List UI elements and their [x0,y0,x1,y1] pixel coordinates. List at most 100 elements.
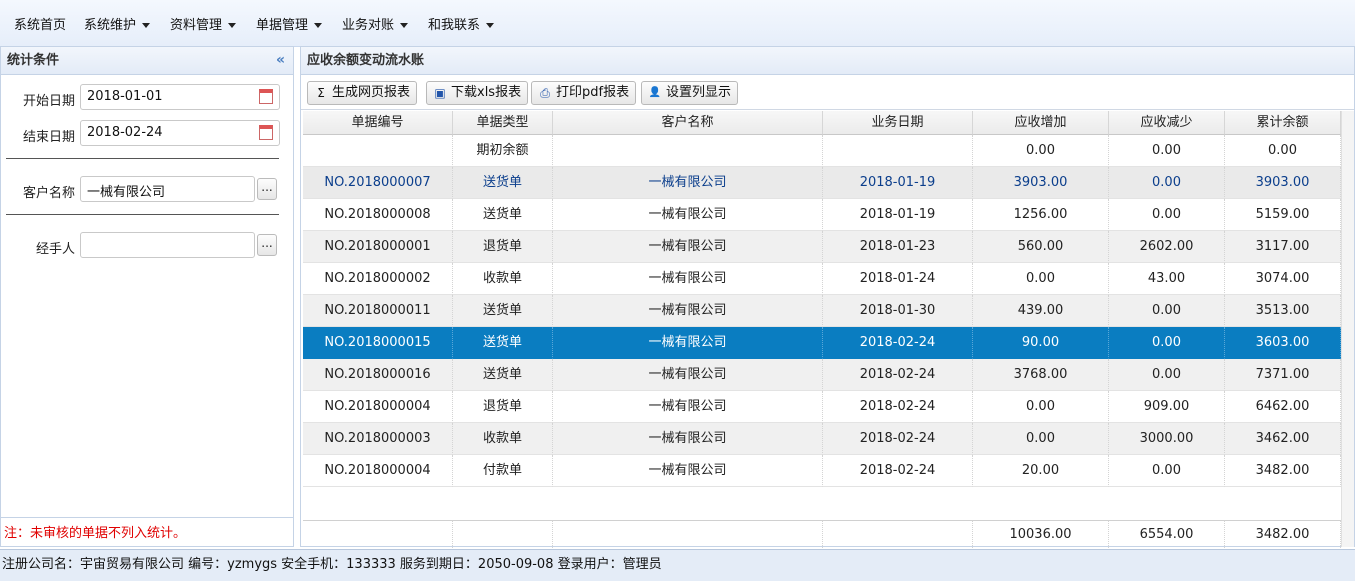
receivable-ledger-panel: 应收余额变动流水账 Σ 生成网页报表 ▣ 下载xls报表 ⎙ 打印pdf报表 👤… [300,46,1355,548]
table-row[interactable]: NO.2018000001 退货单 一械有限公司 2018-01-23 560.00 26… [303,231,1343,263]
column-header-bill-no[interactable]: 单据编号 [303,111,453,135]
footer-cell [553,520,823,548]
end-date-label: 结束日期 [22,130,75,145]
business-date-cell [823,135,973,167]
total-decrease-cell: 6554.00 [1109,520,1225,548]
menu-label: 系统维护 [84,18,137,33]
business-date-cell: 2018-01-30 [823,295,973,327]
caret-down-icon [486,23,495,28]
customer-picker-button[interactable]: ... [257,178,277,200]
bill-type-cell: 收款单 [453,263,553,295]
vertical-scrollbar[interactable] [1341,111,1354,547]
start-date-row: 开始日期 2018-01-01 [1,84,293,112]
end-date-input[interactable]: 2018-02-24 [80,120,280,146]
table-row[interactable]: NO.2018000011 送货单 一械有限公司 2018-01-30 439.00 0.… [303,295,1343,327]
bill-no-cell: NO.2018000007 [303,167,453,199]
bill-type-cell: 送货单 [453,359,553,391]
receivable-decrease-cell: 0.00 [1109,135,1225,167]
collapse-left-icon[interactable]: « [276,47,285,74]
menu-home[interactable]: 系统首页 [14,14,66,33]
footer-cell [823,520,973,548]
table-row[interactable]: NO.2018000007 送货单 一械有限公司 2018-01-19 3903.00 0… [303,167,1343,199]
table-row[interactable]: NO.2018000002 收款单 一械有限公司 2018-01-24 0.00 43.0… [303,263,1343,295]
customer-name-cell: 一械有限公司 [553,455,823,487]
receivable-decrease-cell: 0.00 [1109,359,1225,391]
receivable-decrease-cell: 909.00 [1109,391,1225,423]
column-settings-button[interactable]: 👤 设置列显示 [641,81,739,105]
bill-no-cell: NO.2018000004 [303,391,453,423]
customer-name-cell: 一械有限公司 [553,231,823,263]
table-row[interactable]: NO.2018000004 付款单 一械有限公司 2018-02-24 20.00 0.0… [303,455,1343,487]
business-date-cell: 2018-02-24 [823,391,973,423]
divider [6,158,279,159]
menu-business-reconciliation[interactable]: 业务对账 [342,14,409,33]
receivable-increase-cell: 3903.00 [973,167,1109,199]
status-bar: 注册公司名：宇宙贸易有限公司 编号：yzmygs 安全手机：133333 服务到… [0,549,1355,581]
button-label: 生成网页报表 [332,85,411,100]
table-row[interactable]: NO.2018000004 退货单 一械有限公司 2018-02-24 0.00 909.… [303,391,1343,423]
receivable-increase-cell: 90.00 [973,327,1109,359]
column-header-receivable-increase[interactable]: 应收增加 [973,111,1109,135]
table-row[interactable]: NO.2018000015 送货单 一械有限公司 2018-02-24 90.00 0.0… [303,327,1343,359]
business-date-cell: 2018-02-24 [823,359,973,391]
panel-header: 统计条件 « [1,47,293,75]
generate-web-report-button[interactable]: Σ 生成网页报表 [307,81,418,105]
end-date-value: 2018-02-24 [87,125,163,140]
button-label: 下载xls报表 [451,85,522,100]
table-row[interactable]: NO.2018000008 送货单 一械有限公司 2018-01-19 1256.00 0… [303,199,1343,231]
bill-type-cell: 送货单 [453,199,553,231]
column-header-running-balance[interactable]: 累计余额 [1225,111,1341,135]
customer-name-cell: 一械有限公司 [553,327,823,359]
menu-document-management[interactable]: 单据管理 [256,14,323,33]
bill-no-cell: NO.2018000003 [303,423,453,455]
calendar-icon[interactable] [259,125,273,140]
grid-header: 单据编号 单据类型 客户名称 业务日期 应收增加 应收减少 累计余额 [303,111,1343,135]
business-date-cell: 2018-02-24 [823,423,973,455]
receivable-increase-cell: 0.00 [973,423,1109,455]
menu-contact-us[interactable]: 和我联系 [428,14,495,33]
button-label: 打印pdf报表 [556,85,630,100]
receivable-decrease-cell: 43.00 [1109,263,1225,295]
column-header-receivable-decrease[interactable]: 应收减少 [1109,111,1225,135]
table-row[interactable]: NO.2018000016 送货单 一械有限公司 2018-02-24 3768.00 0… [303,359,1343,391]
table-row[interactable]: NO.2018000003 收款单 一械有限公司 2018-02-24 0.00 3000… [303,423,1343,455]
bill-no-cell: NO.2018000002 [303,263,453,295]
business-date-cell: 2018-01-19 [823,167,973,199]
column-header-customer-name[interactable]: 客户名称 [553,111,823,135]
business-date-cell: 2018-01-19 [823,199,973,231]
running-balance-cell: 7371.00 [1225,359,1341,391]
running-balance-cell: 0.00 [1225,135,1341,167]
bill-no-cell: NO.2018000016 [303,359,453,391]
business-date-cell: 2018-01-23 [823,231,973,263]
opening-balance-row[interactable]: 期初余额 0.00 0.00 0.00 [303,135,1343,167]
button-label: 设置列显示 [666,85,732,100]
customer-name-cell: 一械有限公司 [553,263,823,295]
statistics-conditions-panel: 统计条件 « 开始日期 2018-01-01 结束日期 2018-02-24 客… [0,46,294,547]
column-header-business-date[interactable]: 业务日期 [823,111,973,135]
running-balance-cell: 3482.00 [1225,455,1341,487]
total-increase-cell: 10036.00 [973,520,1109,548]
receivable-increase-cell: 1256.00 [973,199,1109,231]
calendar-icon[interactable] [259,89,273,104]
menu-data-management[interactable]: 资料管理 [170,14,237,33]
handler-input[interactable] [80,232,255,258]
start-date-input[interactable]: 2018-01-01 [80,84,280,110]
customer-input[interactable]: 一械有限公司 [80,176,255,202]
bill-type-cell: 退货单 [453,231,553,263]
start-date-label: 开始日期 [22,94,75,109]
download-xls-button[interactable]: ▣ 下载xls报表 [426,81,529,105]
end-date-row: 结束日期 2018-02-24 [1,120,293,148]
receivable-decrease-cell: 0.00 [1109,455,1225,487]
receivable-increase-cell: 0.00 [973,391,1109,423]
menu-system-maintenance[interactable]: 系统维护 [84,14,151,33]
column-header-bill-type[interactable]: 单据类型 [453,111,553,135]
print-pdf-button[interactable]: ⎙ 打印pdf报表 [531,81,637,105]
handler-picker-button[interactable]: ... [257,234,277,256]
menu-label: 资料管理 [170,18,223,33]
running-balance-cell: 3462.00 [1225,423,1341,455]
receivable-decrease-cell: 3000.00 [1109,423,1225,455]
footer-cell [303,520,453,548]
menu-label: 和我联系 [428,18,481,33]
customer-name-cell: 一械有限公司 [553,167,823,199]
user-icon: 👤 [648,87,662,98]
